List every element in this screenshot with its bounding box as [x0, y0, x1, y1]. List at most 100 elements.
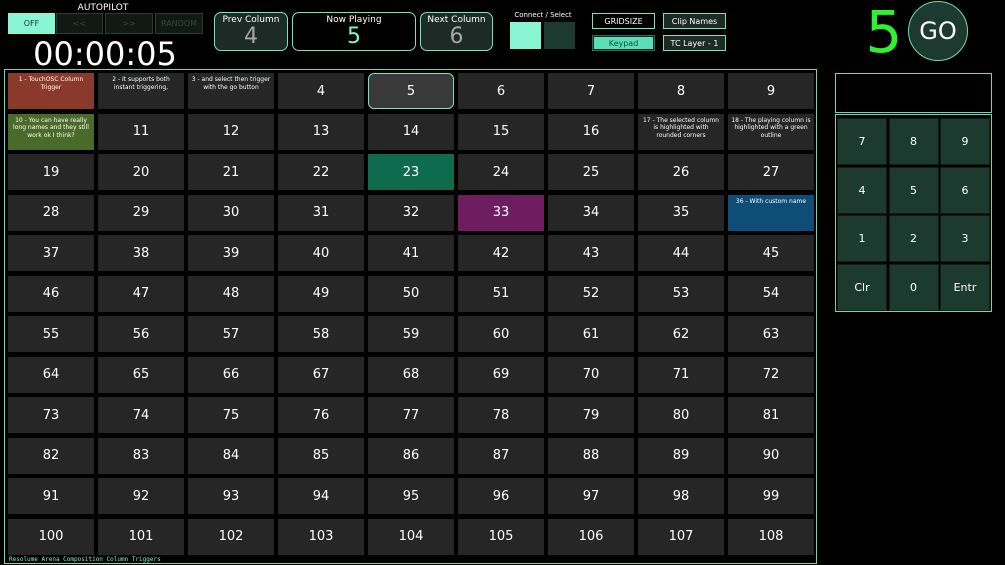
column-trigger-23[interactable]: 23 — [368, 154, 454, 190]
column-trigger-8[interactable]: 8 — [638, 73, 724, 109]
column-trigger-72[interactable]: 72 — [728, 356, 814, 393]
clip-names-button[interactable]: Clip Names — [663, 13, 726, 29]
column-trigger-26[interactable]: 26 — [638, 154, 724, 190]
column-trigger-99[interactable]: 99 — [728, 478, 814, 514]
column-trigger-102[interactable]: 102 — [188, 518, 274, 555]
column-trigger-14[interactable]: 14 — [368, 113, 454, 150]
column-trigger-42[interactable]: 42 — [458, 235, 544, 271]
column-trigger-82[interactable]: 82 — [8, 437, 94, 474]
column-trigger-37[interactable]: 37 — [8, 235, 94, 271]
keypad-key-5[interactable]: 5 — [888, 166, 939, 214]
column-trigger-106[interactable]: 106 — [548, 518, 634, 555]
column-trigger-93[interactable]: 93 — [188, 478, 274, 514]
column-trigger-76[interactable]: 76 — [278, 397, 364, 433]
column-trigger-96[interactable]: 96 — [458, 478, 544, 514]
column-trigger-98[interactable]: 98 — [638, 478, 724, 514]
column-trigger-87[interactable]: 87 — [458, 437, 544, 474]
column-trigger-9[interactable]: 9 — [728, 73, 814, 109]
go-button[interactable]: GO — [908, 1, 968, 61]
column-trigger-107[interactable]: 107 — [638, 518, 724, 555]
column-trigger-41[interactable]: 41 — [368, 235, 454, 271]
column-trigger-22[interactable]: 22 — [278, 154, 364, 190]
gridsize-button[interactable]: GRIDSIZE — [592, 13, 655, 29]
column-trigger-35[interactable]: 35 — [638, 194, 724, 231]
column-trigger-44[interactable]: 44 — [638, 235, 724, 271]
column-trigger-84[interactable]: 84 — [188, 437, 274, 474]
column-trigger-2[interactable]: 2 - It supports both instant triggering, — [98, 73, 184, 109]
column-trigger-60[interactable]: 60 — [458, 316, 544, 352]
tc-layer-button[interactable]: TC Layer - 1 — [663, 35, 726, 51]
column-trigger-95[interactable]: 95 — [368, 478, 454, 514]
autopilot-random-button[interactable]: RANDOM — [155, 13, 203, 34]
column-trigger-68[interactable]: 68 — [368, 356, 454, 393]
column-trigger-40[interactable]: 40 — [278, 235, 364, 271]
column-trigger-94[interactable]: 94 — [278, 478, 364, 514]
keypad-key-3[interactable]: 3 — [940, 215, 990, 262]
column-trigger-97[interactable]: 97 — [548, 478, 634, 514]
keypad-key-7[interactable]: 7 — [837, 118, 887, 165]
column-trigger-80[interactable]: 80 — [638, 397, 724, 433]
column-trigger-62[interactable]: 62 — [638, 316, 724, 352]
column-trigger-91[interactable]: 91 — [8, 478, 94, 514]
column-trigger-15[interactable]: 15 — [458, 113, 544, 150]
column-trigger-27[interactable]: 27 — [728, 154, 814, 190]
column-trigger-85[interactable]: 85 — [278, 437, 364, 474]
column-trigger-77[interactable]: 77 — [368, 397, 454, 433]
column-trigger-58[interactable]: 58 — [278, 316, 364, 352]
column-trigger-57[interactable]: 57 — [188, 316, 274, 352]
column-trigger-21[interactable]: 21 — [188, 154, 274, 190]
autopilot-prev-button[interactable]: << — [56, 13, 103, 34]
column-trigger-13[interactable]: 13 — [278, 113, 364, 150]
column-trigger-59[interactable]: 59 — [368, 316, 454, 352]
column-trigger-7[interactable]: 7 — [548, 73, 634, 109]
column-trigger-11[interactable]: 11 — [98, 113, 184, 150]
column-trigger-66[interactable]: 66 — [188, 356, 274, 393]
column-trigger-45[interactable]: 45 — [728, 235, 814, 271]
column-trigger-73[interactable]: 73 — [8, 397, 94, 433]
column-trigger-105[interactable]: 105 — [458, 518, 544, 555]
column-trigger-54[interactable]: 54 — [728, 275, 814, 312]
column-trigger-56[interactable]: 56 — [98, 316, 184, 352]
column-trigger-89[interactable]: 89 — [638, 437, 724, 474]
column-trigger-78[interactable]: 78 — [458, 397, 544, 433]
next-column-button[interactable]: Next Column 6 — [420, 12, 493, 51]
column-trigger-86[interactable]: 86 — [368, 437, 454, 474]
column-trigger-83[interactable]: 83 — [98, 437, 184, 474]
column-trigger-69[interactable]: 69 — [458, 356, 544, 393]
column-trigger-53[interactable]: 53 — [638, 275, 724, 312]
column-trigger-1[interactable]: 1 - TouchOSC Column Trigger — [8, 73, 94, 109]
column-trigger-36[interactable]: 36 - With custom name — [728, 194, 814, 231]
keypad-key-4[interactable]: 4 — [837, 166, 887, 214]
column-trigger-12[interactable]: 12 — [188, 113, 274, 150]
column-trigger-33[interactable]: 33 — [458, 194, 544, 231]
column-trigger-19[interactable]: 19 — [8, 154, 94, 190]
column-trigger-10[interactable]: 10 - You can have really long names and … — [8, 113, 94, 150]
column-trigger-38[interactable]: 38 — [98, 235, 184, 271]
column-trigger-108[interactable]: 108 — [728, 518, 814, 555]
column-trigger-43[interactable]: 43 — [548, 235, 634, 271]
keypad-key-0[interactable]: 0 — [888, 263, 939, 311]
select-toggle[interactable] — [544, 22, 575, 49]
column-trigger-29[interactable]: 29 — [98, 194, 184, 231]
column-trigger-31[interactable]: 31 — [278, 194, 364, 231]
keypad-key-9[interactable]: 9 — [940, 118, 990, 165]
column-trigger-79[interactable]: 79 — [548, 397, 634, 433]
keypad-key-1[interactable]: 1 — [837, 215, 887, 262]
autopilot-next-button[interactable]: >> — [105, 13, 153, 34]
column-trigger-90[interactable]: 90 — [728, 437, 814, 474]
column-trigger-16[interactable]: 16 — [548, 113, 634, 150]
connect-toggle[interactable] — [510, 22, 541, 49]
column-trigger-5[interactable]: 5 — [368, 73, 454, 109]
column-trigger-48[interactable]: 48 — [188, 275, 274, 312]
column-trigger-104[interactable]: 104 — [368, 518, 454, 555]
column-trigger-101[interactable]: 101 — [98, 518, 184, 555]
column-trigger-100[interactable]: 100 — [8, 518, 94, 555]
column-trigger-88[interactable]: 88 — [548, 437, 634, 474]
column-trigger-75[interactable]: 75 — [188, 397, 274, 433]
column-trigger-55[interactable]: 55 — [8, 316, 94, 352]
column-trigger-30[interactable]: 30 — [188, 194, 274, 231]
prev-column-button[interactable]: Prev Column 4 — [214, 12, 288, 51]
column-trigger-81[interactable]: 81 — [728, 397, 814, 433]
column-trigger-24[interactable]: 24 — [458, 154, 544, 190]
keypad-key-2[interactable]: 2 — [888, 215, 939, 262]
